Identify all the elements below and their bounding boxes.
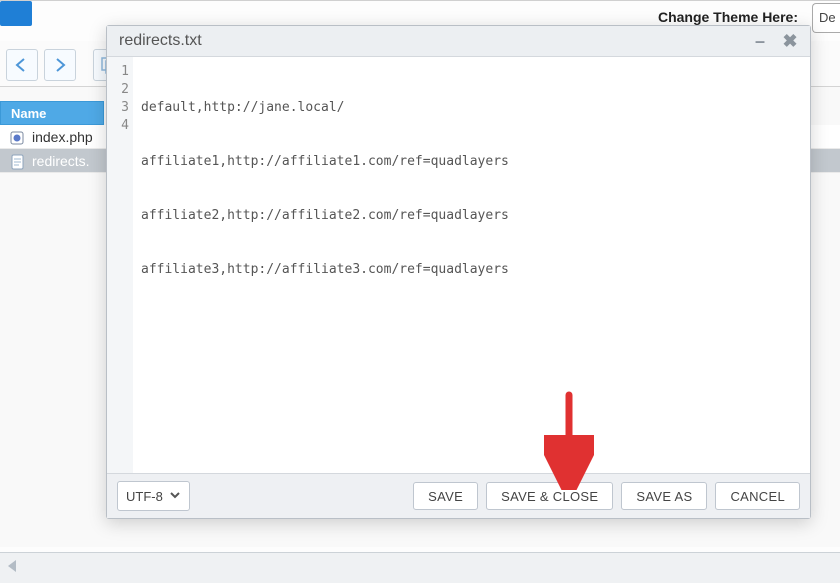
partial-toolbar-button[interactable]: [0, 1, 32, 26]
php-file-icon: [10, 129, 26, 145]
editor-dialog: redirects.txt – ✖ 1 2 3 4 default,http:/…: [106, 25, 811, 519]
column-header-name-text: Name: [11, 106, 46, 121]
file-name: redirects.: [32, 149, 90, 173]
code-line: affiliate2,http://affiliate2.com/ref=qua…: [141, 207, 802, 225]
save-as-button[interactable]: SAVE AS: [621, 482, 707, 510]
file-name: index.php: [32, 125, 93, 149]
minimize-icon[interactable]: –: [752, 33, 768, 49]
close-icon[interactable]: ✖: [782, 33, 798, 49]
horizontal-scrollbar[interactable]: [0, 552, 840, 583]
arrow-right-icon: [50, 55, 70, 75]
line-gutter: 1 2 3 4: [107, 57, 133, 473]
toolbar-forward-button[interactable]: [44, 49, 76, 81]
save-button[interactable]: SAVE: [413, 482, 478, 510]
theme-select-text: De: [819, 10, 836, 25]
theme-select-button[interactable]: De: [812, 3, 840, 33]
line-number: 3: [107, 99, 129, 117]
code-line: affiliate3,http://affiliate3.com/ref=qua…: [141, 261, 802, 279]
save-and-close-button[interactable]: SAVE & CLOSE: [486, 482, 613, 510]
scroll-left-icon: [8, 560, 16, 572]
change-theme-label: Change Theme Here:: [658, 9, 798, 25]
line-number: 2: [107, 81, 129, 99]
dialog-footer: UTF-8 SAVE SAVE & CLOSE SAVE AS CANCEL: [107, 473, 810, 518]
toolbar-back-button[interactable]: [6, 49, 38, 81]
dialog-title-text: redirects.txt: [119, 26, 202, 56]
encoding-value: UTF-8: [126, 489, 163, 504]
cancel-button[interactable]: CANCEL: [715, 482, 800, 510]
code-area[interactable]: default,http://jane.local/ affiliate1,ht…: [133, 57, 810, 473]
code-line: affiliate1,http://affiliate1.com/ref=qua…: [141, 153, 802, 171]
chevron-down-icon: [169, 489, 181, 504]
code-editor[interactable]: 1 2 3 4 default,http://jane.local/ affil…: [107, 57, 810, 473]
encoding-select[interactable]: UTF-8: [117, 481, 190, 511]
arrow-left-icon: [12, 55, 32, 75]
code-line: default,http://jane.local/: [141, 99, 802, 117]
text-file-icon: [10, 153, 26, 169]
line-number: 1: [107, 63, 129, 81]
column-header-name[interactable]: Name: [0, 101, 104, 125]
dialog-titlebar[interactable]: redirects.txt – ✖: [107, 26, 810, 57]
line-number: 4: [107, 117, 129, 135]
